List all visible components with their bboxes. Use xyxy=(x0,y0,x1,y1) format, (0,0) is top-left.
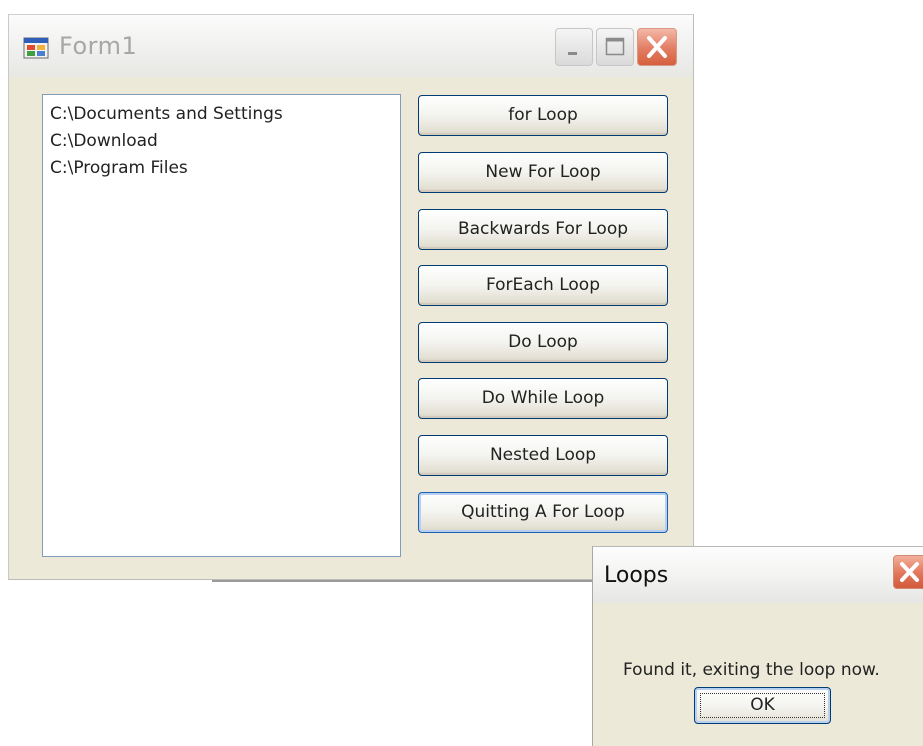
close-button[interactable] xyxy=(637,28,677,66)
close-icon xyxy=(900,562,919,582)
ok-button-label: OK xyxy=(750,695,775,715)
windows-form-icon xyxy=(23,37,49,59)
list-item[interactable]: C:\Download xyxy=(50,128,393,155)
loops-dialog-titlebar[interactable]: Loops xyxy=(593,547,923,603)
foreach-loop-button[interactable]: ForEach Loop xyxy=(418,265,668,306)
for-loop-button[interactable]: for Loop xyxy=(418,95,668,136)
backwards-for-loop-button[interactable]: Backwards For Loop xyxy=(418,209,668,250)
window-shadow-line xyxy=(212,580,592,582)
loops-dialog: Loops Found it, exiting the loop now. OK xyxy=(592,546,923,746)
form1-client-area: C:\Documents and Settings C:\Download C:… xyxy=(13,77,689,575)
quitting-a-for-loop-button[interactable]: Quitting A For Loop xyxy=(418,492,668,533)
form1-title: Form1 xyxy=(59,32,138,60)
minimize-button[interactable] xyxy=(555,28,593,66)
folder-listbox[interactable]: C:\Documents and Settings C:\Download C:… xyxy=(42,94,401,557)
ok-button[interactable]: OK xyxy=(694,687,831,724)
list-item[interactable]: C:\Documents and Settings xyxy=(50,101,393,128)
close-icon xyxy=(647,36,667,58)
maximize-icon xyxy=(605,37,625,56)
list-item[interactable]: C:\Program Files xyxy=(50,155,393,182)
dialog-title: Loops xyxy=(604,563,669,588)
new-for-loop-button[interactable]: New For Loop xyxy=(418,152,668,193)
dialog-message: Found it, exiting the loop now. xyxy=(623,660,880,680)
do-while-loop-button[interactable]: Do While Loop xyxy=(418,378,668,419)
do-loop-button[interactable]: Do Loop xyxy=(418,322,668,363)
form1-window: Form1 C:\Documents and Settings C:\Downl… xyxy=(8,14,694,580)
nested-loop-button[interactable]: Nested Loop xyxy=(418,435,668,476)
maximize-button[interactable] xyxy=(596,28,634,66)
form1-titlebar[interactable]: Form1 xyxy=(9,15,693,77)
minimize-icon xyxy=(568,52,577,55)
dialog-close-button[interactable] xyxy=(893,555,923,589)
